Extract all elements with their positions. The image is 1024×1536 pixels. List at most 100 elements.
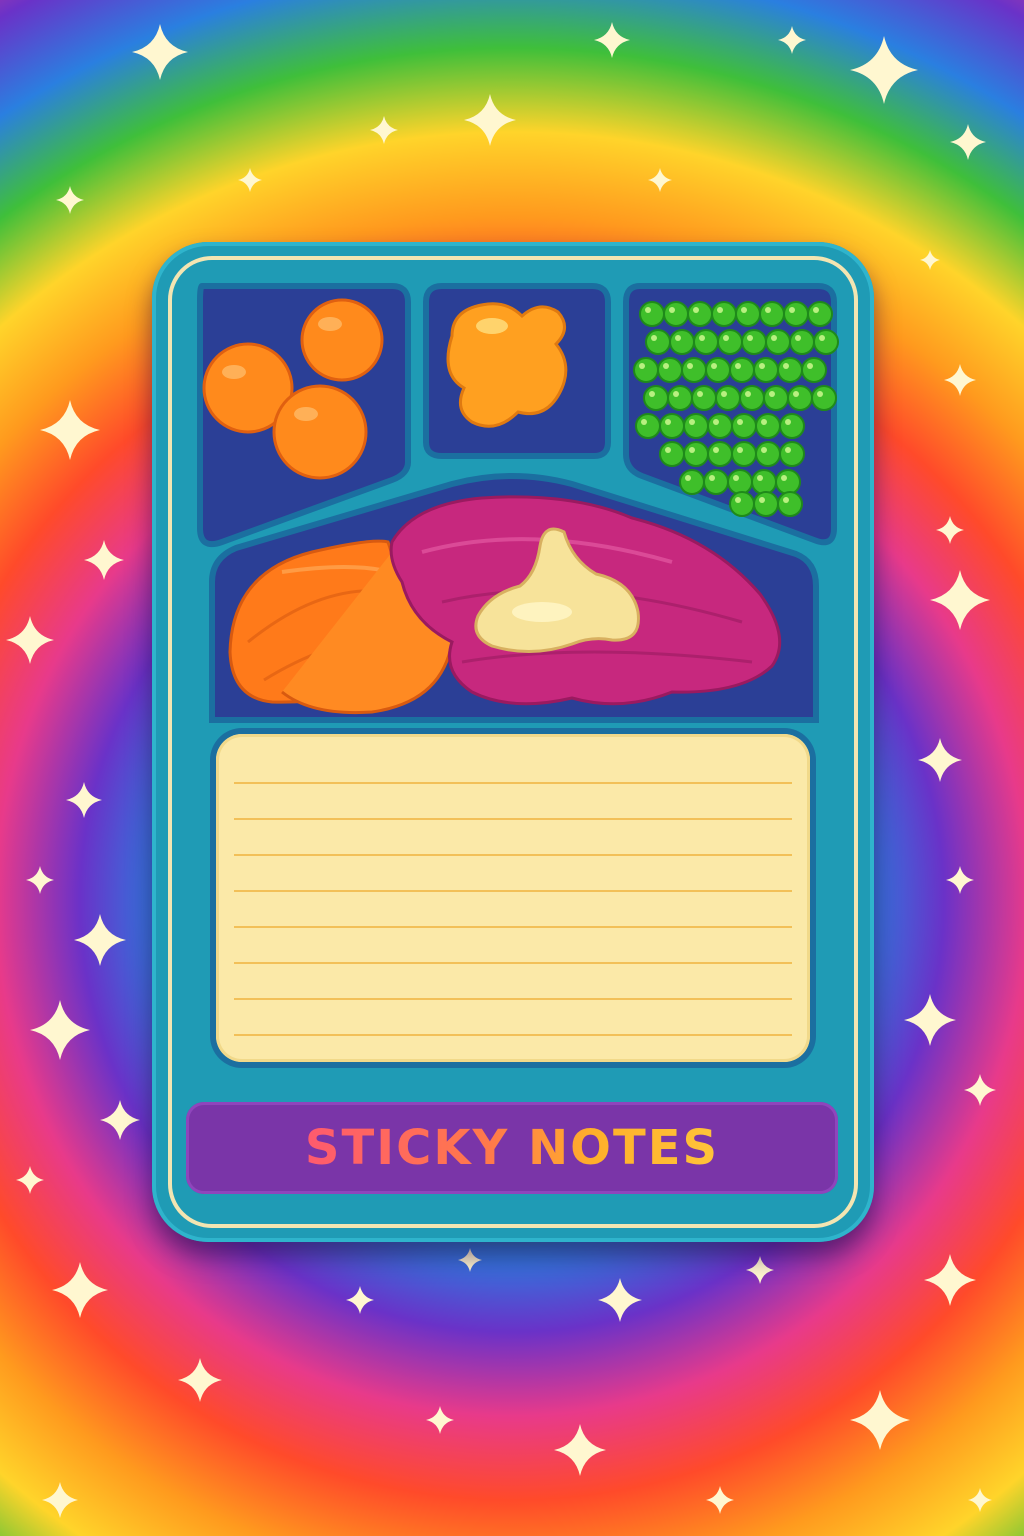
pea-highlight — [689, 447, 695, 453]
pea-highlight — [783, 363, 789, 369]
pea-highlight — [687, 363, 693, 369]
pea-highlight — [741, 307, 747, 313]
pea — [707, 441, 733, 467]
pea — [787, 385, 813, 411]
pea-highlight — [713, 447, 719, 453]
sparkle-icon — [426, 1406, 454, 1434]
pea-highlight — [735, 497, 741, 503]
note-line — [234, 818, 792, 820]
sparkle-icon — [554, 1424, 606, 1476]
pea-highlight — [651, 335, 657, 341]
sparkle-icon — [930, 570, 990, 630]
sparkle-icon — [26, 866, 54, 894]
pea — [763, 385, 789, 411]
pea — [731, 441, 757, 467]
cheese-nugget-icon — [446, 302, 568, 428]
pea-highlight — [699, 335, 705, 341]
pea — [703, 469, 729, 495]
pea — [739, 385, 765, 411]
pea — [635, 413, 661, 439]
sparkle-icon — [918, 738, 962, 782]
pea-highlight — [781, 475, 787, 481]
sparkle-icon — [16, 1166, 44, 1194]
pea — [801, 357, 827, 383]
sparkle-icon — [42, 1482, 78, 1518]
pea-highlight — [785, 447, 791, 453]
pea-highlight — [673, 391, 679, 397]
sparkle-icon — [778, 26, 806, 54]
pea — [657, 357, 683, 383]
pea — [777, 491, 803, 517]
sparkle-icon — [924, 1254, 976, 1306]
pea — [783, 301, 809, 327]
pea — [679, 469, 705, 495]
sticky-note-area[interactable] — [216, 734, 810, 1062]
note-line — [234, 1034, 792, 1036]
pea — [729, 357, 755, 383]
pea-highlight — [757, 475, 763, 481]
note-line — [234, 926, 792, 928]
pea-highlight — [761, 419, 767, 425]
sparkle-icon — [6, 616, 54, 664]
sparkle-icon — [464, 94, 516, 146]
pea-highlight — [665, 419, 671, 425]
pea — [759, 301, 785, 327]
sparkle-icon — [458, 1248, 482, 1272]
pea-highlight — [645, 307, 651, 313]
sparkle-icon — [598, 1278, 642, 1322]
sparkle-icon — [74, 914, 126, 966]
pea — [807, 301, 833, 327]
pea-highlight — [649, 391, 655, 397]
pea-highlight — [639, 363, 645, 369]
pea-highlight — [689, 419, 695, 425]
pea-highlight — [723, 335, 729, 341]
pea — [667, 385, 693, 411]
pea — [669, 329, 695, 355]
food-tray: STICKY NOTES — [152, 242, 874, 1242]
sparkle-icon — [706, 1486, 734, 1514]
pea — [717, 329, 743, 355]
sparkle-icon — [850, 1390, 910, 1450]
pea — [779, 413, 805, 439]
sparkle-icon — [370, 116, 398, 144]
pea-highlight — [697, 391, 703, 397]
pea — [735, 301, 761, 327]
pea — [729, 491, 755, 517]
pea — [755, 413, 781, 439]
title-bar: STICKY NOTES — [186, 1102, 838, 1194]
sparkle-icon — [964, 1074, 996, 1106]
pea-highlight — [669, 307, 675, 313]
pea — [741, 329, 767, 355]
pea — [813, 329, 839, 355]
note-line — [234, 782, 792, 784]
pea — [659, 441, 685, 467]
pea — [683, 441, 709, 467]
pea-highlight — [813, 307, 819, 313]
note-line — [234, 962, 792, 964]
sparkle-icon — [40, 400, 100, 460]
pea-highlight — [735, 363, 741, 369]
pea — [765, 329, 791, 355]
pea-highlight — [761, 447, 767, 453]
pea — [643, 385, 669, 411]
pea-highlight — [785, 419, 791, 425]
sparkle-icon — [968, 1488, 992, 1512]
sparkle-icon — [946, 866, 974, 894]
sparkle-icon — [346, 1286, 374, 1314]
pea — [683, 413, 709, 439]
pea — [663, 301, 689, 327]
pea — [705, 357, 731, 383]
pea-highlight — [693, 307, 699, 313]
pea — [707, 413, 733, 439]
pea — [693, 329, 719, 355]
pea-highlight — [789, 307, 795, 313]
pea — [633, 357, 659, 383]
note-line — [234, 854, 792, 856]
pea-highlight — [819, 335, 825, 341]
pea-highlight — [711, 363, 717, 369]
pea-highlight — [713, 419, 719, 425]
pea-highlight — [663, 363, 669, 369]
sparkle-icon — [594, 22, 630, 58]
pea-highlight — [737, 419, 743, 425]
pea — [681, 357, 707, 383]
